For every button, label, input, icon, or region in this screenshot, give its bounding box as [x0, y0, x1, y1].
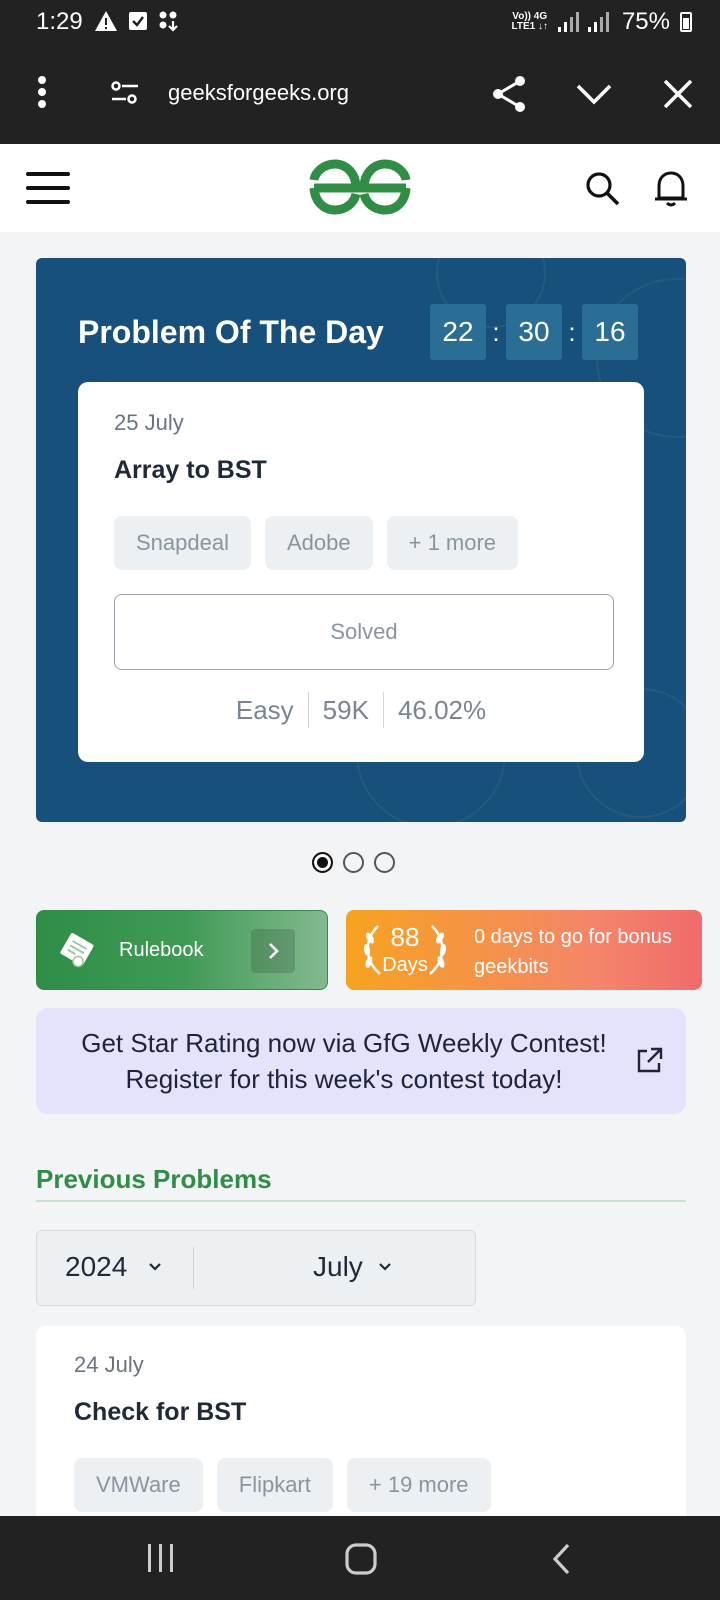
heading-underline	[36, 1200, 686, 1202]
more-tags[interactable]: + 19 more	[346, 1458, 491, 1512]
rulebook-label: Rulebook	[119, 939, 204, 961]
stat-divider	[307, 692, 309, 728]
hamburger-icon[interactable]	[26, 172, 70, 204]
tune-icon[interactable]	[110, 78, 140, 108]
bonus-text: 0 days to go for bonus geekbits	[474, 926, 672, 978]
timer-separator: :	[492, 316, 500, 347]
solved-button[interactable]: Solved	[114, 594, 614, 670]
company-tag[interactable]: VMWare	[74, 1458, 203, 1512]
problem-date: 25 July	[114, 410, 184, 435]
recent-apps-icon[interactable]	[146, 1542, 176, 1574]
status-right: Vo)) 4G LTE1 ↓↑ 75%	[511, 8, 692, 36]
chevron-down-icon[interactable]	[572, 72, 616, 116]
carousel-dots	[312, 852, 395, 873]
contest-line-2: Register for this week's contest today!	[125, 1064, 563, 1094]
checkbox-icon	[129, 12, 147, 30]
download-icon	[159, 11, 178, 32]
problem-title[interactable]: Array to BST	[114, 456, 267, 485]
status-time: 1:29	[36, 8, 83, 35]
chevron-down-icon[interactable]	[377, 1261, 393, 1273]
close-icon[interactable]	[656, 72, 700, 116]
timer-hours: 22	[430, 304, 486, 360]
carousel-dot[interactable]	[343, 852, 364, 873]
bell-icon[interactable]	[652, 168, 690, 208]
stat-divider	[382, 692, 384, 728]
network-bottom: LTE1 ↓↑	[511, 21, 548, 32]
signal-icon	[557, 12, 609, 32]
battery-percent: 75%	[621, 8, 670, 35]
home-icon[interactable]	[344, 1542, 378, 1576]
chevron-right-icon	[251, 929, 295, 973]
contest-line-1: Get Star Rating now via GfG Weekly Conte…	[81, 1028, 607, 1058]
status-bar: 1:29 Vo)) 4G LTE1 ↓↑ 75%	[0, 0, 720, 46]
site-header	[0, 144, 720, 232]
previous-problems-heading: Previous Problems	[36, 1164, 272, 1194]
company-tag[interactable]: Flipkart	[216, 1458, 333, 1512]
difficulty: Easy	[235, 694, 294, 725]
timer-minutes: 30	[506, 304, 562, 360]
date-filters: 2024 July	[36, 1230, 476, 1306]
year-select[interactable]: 2024	[65, 1251, 127, 1283]
potd-title: Problem Of The Day	[78, 314, 384, 350]
company-tag[interactable]: Adobe	[264, 516, 373, 570]
month-select[interactable]: July	[313, 1251, 363, 1283]
streak-bonus-banner[interactable]: 88 Days 0 days to go for bonus geekbits	[346, 910, 702, 990]
warning-icon	[95, 11, 117, 31]
back-icon[interactable]	[550, 1542, 574, 1576]
more-tags[interactable]: + 1 more	[386, 516, 519, 570]
countdown-timer: 22 : 30 : 16	[430, 304, 638, 360]
problem-date: 24 July	[74, 1352, 144, 1377]
status-notification-icons	[94, 10, 180, 32]
external-link-icon[interactable]	[634, 1046, 664, 1076]
previous-problem-card[interactable]: 24 July Check for BST VMWare Flipkart + …	[36, 1326, 686, 1526]
company-tags: VMWare Flipkart + 19 more	[74, 1458, 491, 1512]
problem-of-the-day-card: Problem Of The Day 22 : 30 : 16 25 July …	[36, 258, 686, 822]
submissions: 59K	[322, 694, 369, 725]
chevron-down-icon[interactable]	[147, 1261, 163, 1273]
weekly-contest-banner[interactable]: Get Star Rating now via GfG Weekly Conte…	[36, 1008, 686, 1114]
company-tags: Snapdeal Adobe + 1 more	[114, 516, 519, 570]
accuracy: 46.02%	[397, 694, 487, 725]
carousel-dot[interactable]	[374, 852, 395, 873]
timer-separator: :	[568, 316, 576, 347]
problem-stats: Easy 59K 46.02%	[78, 692, 644, 728]
gfg-logo[interactable]	[306, 158, 414, 216]
url-text[interactable]: geeksforgeeks.org	[168, 80, 349, 106]
battery-icon	[680, 12, 692, 32]
network-indicator: Vo)) 4G LTE1 ↓↑	[511, 12, 547, 32]
share-icon[interactable]	[488, 72, 532, 116]
problem-title[interactable]: Check for BST	[74, 1398, 246, 1427]
streak-days-unit: Days	[382, 954, 428, 976]
browser-toolbar: geeksforgeeks.org	[0, 46, 720, 144]
timer-seconds: 16	[582, 304, 638, 360]
search-icon[interactable]	[584, 170, 622, 208]
certificate-icon	[60, 933, 94, 968]
filter-divider	[193, 1247, 194, 1289]
potd-problem-card[interactable]: 25 July Array to BST Snapdeal Adobe + 1 …	[78, 382, 644, 762]
kebab-menu-icon[interactable]	[30, 76, 54, 116]
carousel-dot[interactable]	[312, 852, 333, 873]
company-tag[interactable]: Snapdeal	[114, 516, 251, 570]
system-nav-bar	[0, 1516, 720, 1600]
streak-days-number: 88	[390, 922, 420, 952]
rulebook-button[interactable]: Rulebook	[36, 910, 328, 990]
